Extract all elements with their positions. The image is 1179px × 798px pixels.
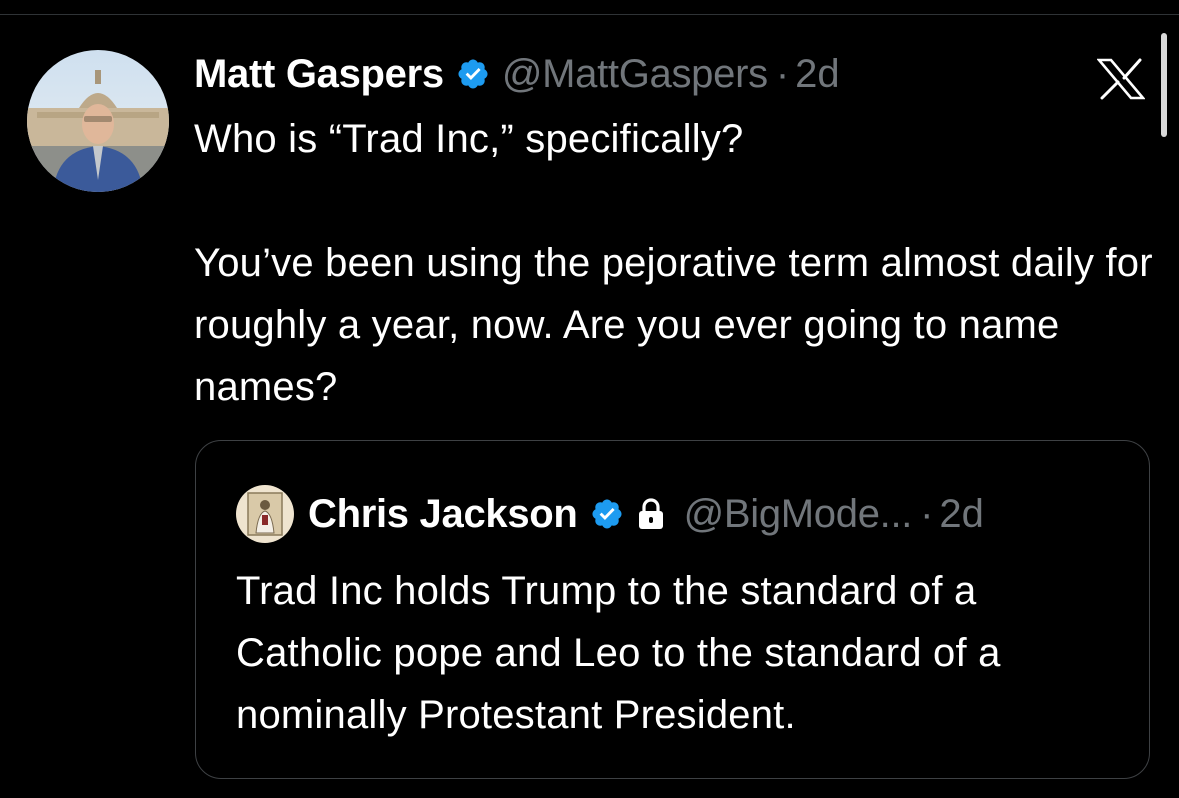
author-avatar[interactable] xyxy=(27,50,169,192)
quoted-tweet-paragraph: Trad Inc holds Trump to the standard of … xyxy=(236,569,1001,737)
tweet-paragraph: Who is “Trad Inc,” specifically? xyxy=(194,117,744,161)
author-display-name[interactable]: Matt Gaspers xyxy=(194,52,444,97)
quoted-tweet-card[interactable]: Chris Jackson @BigMode... · 2d Trad Inc … xyxy=(195,440,1150,779)
scrollbar-thumb[interactable] xyxy=(1161,33,1167,137)
lock-icon xyxy=(636,497,666,531)
author-handle[interactable]: @MattGaspers xyxy=(502,52,768,97)
x-logo-icon xyxy=(1096,58,1146,100)
tweet-text: Who is “Trad Inc,” specifically? You’ve … xyxy=(194,108,1154,418)
tweet-header: Matt Gaspers @MattGaspers · 2d xyxy=(194,48,840,100)
header-separator: · xyxy=(775,51,790,96)
verified-badge-icon[interactable] xyxy=(590,497,624,531)
quoted-author-avatar[interactable] xyxy=(236,485,294,543)
quoted-tweet-header: Chris Jackson @BigMode... · 2d xyxy=(236,485,984,543)
quoted-author-display-name[interactable]: Chris Jackson xyxy=(308,492,578,537)
top-divider xyxy=(0,14,1179,15)
quoted-tweet-timestamp[interactable]: 2d xyxy=(939,492,984,537)
quoted-header-separator: · xyxy=(920,491,934,536)
verified-badge-icon[interactable] xyxy=(456,57,490,91)
tweet-paragraph: You’ve been using the pejorative term al… xyxy=(194,241,1153,409)
tweet-timestamp[interactable]: 2d xyxy=(795,52,840,97)
quoted-tweet-text: Trad Inc holds Trump to the standard of … xyxy=(236,560,1116,746)
avatar-image xyxy=(27,50,169,192)
quoted-author-handle[interactable]: @BigMode... xyxy=(684,492,913,537)
